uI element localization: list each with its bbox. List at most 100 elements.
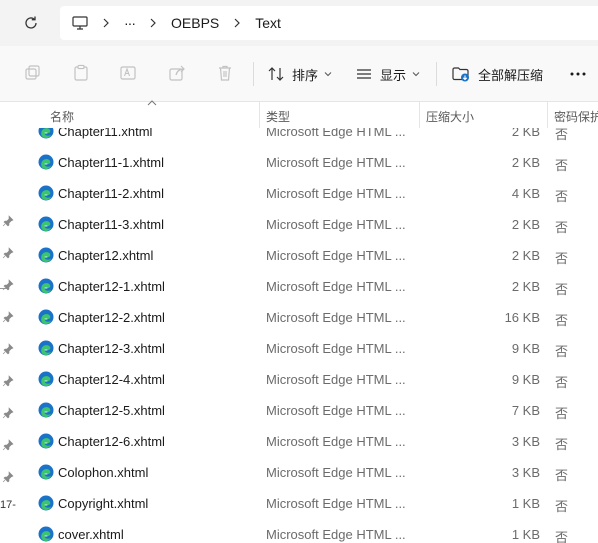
edge-html-file-icon bbox=[38, 402, 54, 418]
chevron-right-icon bbox=[233, 18, 241, 28]
edge-html-file-icon bbox=[38, 154, 54, 170]
file-type: Microsoft Edge HTML ... bbox=[266, 527, 406, 542]
pin-icon[interactable] bbox=[2, 374, 14, 387]
file-row[interactable]: Chapter12-3.xhtml Microsoft Edge HTML ...… bbox=[20, 333, 598, 364]
column-type[interactable]: 类型 bbox=[266, 108, 290, 125]
edge-html-file-icon bbox=[38, 526, 54, 542]
sort-button[interactable]: 排序 bbox=[268, 62, 340, 86]
file-protected: 否 bbox=[555, 499, 569, 514]
edge-html-file-icon bbox=[38, 464, 54, 480]
file-protected: 否 bbox=[555, 530, 569, 543]
column-name[interactable]: 名称 bbox=[50, 108, 74, 125]
file-row[interactable]: Chapter11-3.xhtml Microsoft Edge HTML ...… bbox=[20, 209, 598, 240]
file-protected: 否 bbox=[555, 251, 569, 266]
file-type: Microsoft Edge HTML ... bbox=[266, 434, 406, 449]
computer-icon[interactable] bbox=[72, 16, 88, 30]
file-type: Microsoft Edge HTML ... bbox=[266, 372, 406, 387]
view-button[interactable]: 显示 bbox=[356, 62, 428, 86]
delete-icon[interactable] bbox=[216, 64, 236, 84]
edge-html-file-icon bbox=[38, 278, 54, 294]
pin-icon[interactable] bbox=[2, 342, 14, 355]
edge-html-file-icon bbox=[38, 216, 54, 232]
toolbar-separator bbox=[436, 62, 437, 86]
pin-icon[interactable] bbox=[2, 406, 14, 419]
breadcrumb-text[interactable]: Text bbox=[255, 15, 281, 31]
column-protected[interactable]: 密码保护 bbox=[554, 108, 598, 125]
column-divider[interactable] bbox=[419, 102, 420, 128]
file-size: 3 KB bbox=[511, 434, 540, 449]
file-protected: 否 bbox=[555, 468, 569, 483]
file-size: 9 KB bbox=[511, 341, 540, 356]
breadcrumb[interactable]: ··· OEBPS Text bbox=[60, 6, 598, 40]
pin-icon[interactable] bbox=[2, 278, 14, 291]
file-name: Colophon.xhtml bbox=[58, 465, 149, 480]
file-row[interactable]: Chapter12-6.xhtml Microsoft Edge HTML ...… bbox=[20, 426, 598, 457]
nav-item-label[interactable]: 17- bbox=[0, 499, 16, 511]
file-type: Microsoft Edge HTML ... bbox=[266, 341, 406, 356]
extract-folder-icon bbox=[452, 67, 469, 82]
paste-icon[interactable] bbox=[72, 64, 92, 84]
command-bar: 排序 显示 全部解压缩 bbox=[0, 46, 598, 102]
file-size: 2 KB bbox=[511, 279, 540, 294]
edge-html-file-icon bbox=[38, 309, 54, 325]
edge-html-file-icon bbox=[38, 495, 54, 511]
sort-ascending-icon bbox=[147, 100, 157, 106]
column-divider[interactable] bbox=[547, 102, 548, 128]
breadcrumb-oebps[interactable]: OEBPS bbox=[171, 15, 219, 31]
file-row[interactable]: Chapter12-5.xhtml Microsoft Edge HTML ...… bbox=[20, 395, 598, 426]
file-row[interactable]: Chapter11-2.xhtml Microsoft Edge HTML ...… bbox=[20, 178, 598, 209]
file-row[interactable]: Chapter11-1.xhtml Microsoft Edge HTML ...… bbox=[20, 147, 598, 178]
edge-html-file-icon bbox=[38, 371, 54, 387]
pin-icon[interactable] bbox=[2, 438, 14, 451]
edge-html-file-icon bbox=[38, 433, 54, 449]
file-name: Chapter11-1.xhtml bbox=[58, 155, 164, 170]
file-protected: 否 bbox=[555, 375, 569, 390]
column-divider[interactable] bbox=[259, 102, 260, 128]
file-size: 16 KB bbox=[504, 310, 540, 325]
file-size: 3 KB bbox=[511, 465, 540, 480]
file-row[interactable]: Chapter12-4.xhtml Microsoft Edge HTML ...… bbox=[20, 364, 598, 395]
edge-html-file-icon bbox=[38, 340, 54, 356]
file-row[interactable]: cover.xhtml Microsoft Edge HTML ... 1 KB 否 bbox=[20, 519, 598, 543]
file-protected: 否 bbox=[555, 437, 569, 452]
file-name: Chapter11-2.xhtml bbox=[58, 186, 164, 201]
file-row[interactable]: Copyright.xhtml Microsoft Edge HTML ... 1 … bbox=[20, 488, 598, 519]
file-name: Chapter12-1.xhtml bbox=[58, 279, 165, 294]
refresh-icon[interactable] bbox=[20, 12, 42, 34]
file-type: Microsoft Edge HTML ... bbox=[266, 155, 406, 170]
file-size: 7 KB bbox=[511, 403, 540, 418]
more-options-icon[interactable] bbox=[568, 64, 588, 89]
chevron-right-icon bbox=[149, 18, 157, 28]
file-row[interactable]: Chapter12-2.xhtml Microsoft Edge HTML ...… bbox=[20, 302, 598, 333]
file-name: Chapter12.xhtml bbox=[58, 248, 154, 263]
column-size[interactable]: 压缩大小 bbox=[426, 108, 474, 125]
file-size: 2 KB bbox=[511, 155, 540, 170]
file-row[interactable]: Colophon.xhtml Microsoft Edge HTML ... 3 K… bbox=[20, 457, 598, 488]
file-type: Microsoft Edge HTML ... bbox=[266, 186, 406, 201]
file-name: Chapter12-5.xhtml bbox=[58, 403, 165, 418]
toolbar-separator bbox=[253, 62, 254, 86]
pin-icon[interactable] bbox=[2, 310, 14, 323]
file-row[interactable]: Chapter12-1.xhtml Microsoft Edge HTML ...… bbox=[20, 271, 598, 302]
new-icon[interactable] bbox=[23, 64, 43, 84]
file-type: Microsoft Edge HTML ... bbox=[266, 248, 406, 263]
file-size: 9 KB bbox=[511, 372, 540, 387]
extract-all-button[interactable]: 全部解压缩 bbox=[452, 62, 543, 86]
chevron-right-icon bbox=[102, 18, 110, 28]
breadcrumb-overflow[interactable]: ··· bbox=[124, 15, 136, 31]
file-list: Chapter11.xhtml Microsoft Edge HTML ... 2 … bbox=[20, 128, 598, 543]
view-icon bbox=[357, 69, 371, 79]
pin-icon[interactable] bbox=[2, 470, 14, 483]
file-name: Chapter12-2.xhtml bbox=[58, 310, 165, 325]
file-row[interactable]: Chapter11.xhtml Microsoft Edge HTML ... 2 … bbox=[20, 128, 598, 147]
share-icon[interactable] bbox=[168, 64, 188, 84]
file-protected: 否 bbox=[555, 344, 569, 359]
chevron-down-icon bbox=[324, 72, 332, 77]
file-type: Microsoft Edge HTML ... bbox=[266, 403, 406, 418]
pin-icon[interactable] bbox=[2, 214, 14, 227]
file-row[interactable]: Chapter12.xhtml Microsoft Edge HTML ... 2 … bbox=[20, 240, 598, 271]
file-type: Microsoft Edge HTML ... bbox=[266, 128, 406, 139]
pin-icon[interactable] bbox=[2, 246, 14, 259]
file-name: Chapter12-3.xhtml bbox=[58, 341, 165, 356]
rename-icon[interactable] bbox=[119, 64, 139, 84]
